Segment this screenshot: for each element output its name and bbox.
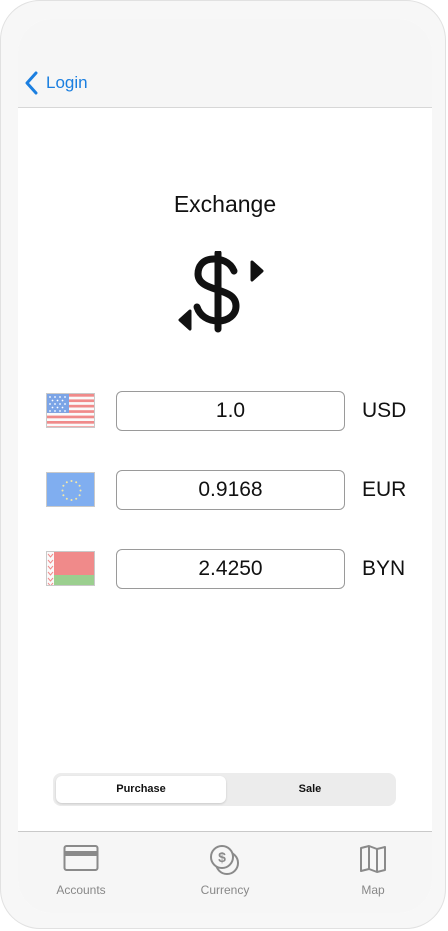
app-screen: Login Exchange 1.0 USD 0.9168 EUR 2.4250… <box>18 19 432 913</box>
svg-text:$: $ <box>218 849 226 865</box>
eu-flag-icon <box>46 472 95 507</box>
usd-code-label: USD <box>362 399 407 422</box>
page-title: Exchange <box>173 191 277 217</box>
card-icon <box>63 845 99 871</box>
byn-code-label: BYN <box>362 557 406 580</box>
navigation-bar: Login <box>18 19 432 108</box>
tab-bar: Accounts $ Currency Map <box>18 831 432 913</box>
byn-amount-input[interactable] <box>116 549 345 589</box>
tab-map[interactable]: Map <box>318 832 428 902</box>
phone-frame: Login Exchange 1.0 USD 0.9168 EUR 2.4250… <box>0 0 446 929</box>
us-flag-icon <box>46 393 95 428</box>
chevron-left-icon <box>25 71 38 95</box>
segment-purchase[interactable]: Purchase <box>56 776 226 803</box>
currency-exchange-icon <box>178 251 264 333</box>
currency-row-byn: BYN <box>18 549 432 589</box>
tab-map-label: Map <box>361 883 385 897</box>
currency-row-usd: USD <box>18 391 432 431</box>
tab-currency[interactable]: $ Currency <box>170 832 280 902</box>
usd-amount-input[interactable] <box>116 391 345 431</box>
tab-accounts[interactable]: Accounts <box>26 832 136 902</box>
segment-sale[interactable]: Sale <box>225 776 395 803</box>
eur-amount-input[interactable] <box>116 470 345 510</box>
back-button[interactable]: Login <box>24 71 88 95</box>
tab-accounts-label: Accounts <box>56 883 106 897</box>
map-icon <box>360 845 386 873</box>
coins-icon: $ <box>210 845 239 875</box>
back-button-label: Login <box>46 73 88 92</box>
purchase-sale-segmented-control: Purchase Sale <box>53 773 396 806</box>
currency-row-eur: EUR <box>18 470 432 510</box>
tab-currency-label: Currency <box>200 883 250 897</box>
eur-code-label: EUR <box>362 478 407 501</box>
by-flag-icon <box>46 551 95 586</box>
